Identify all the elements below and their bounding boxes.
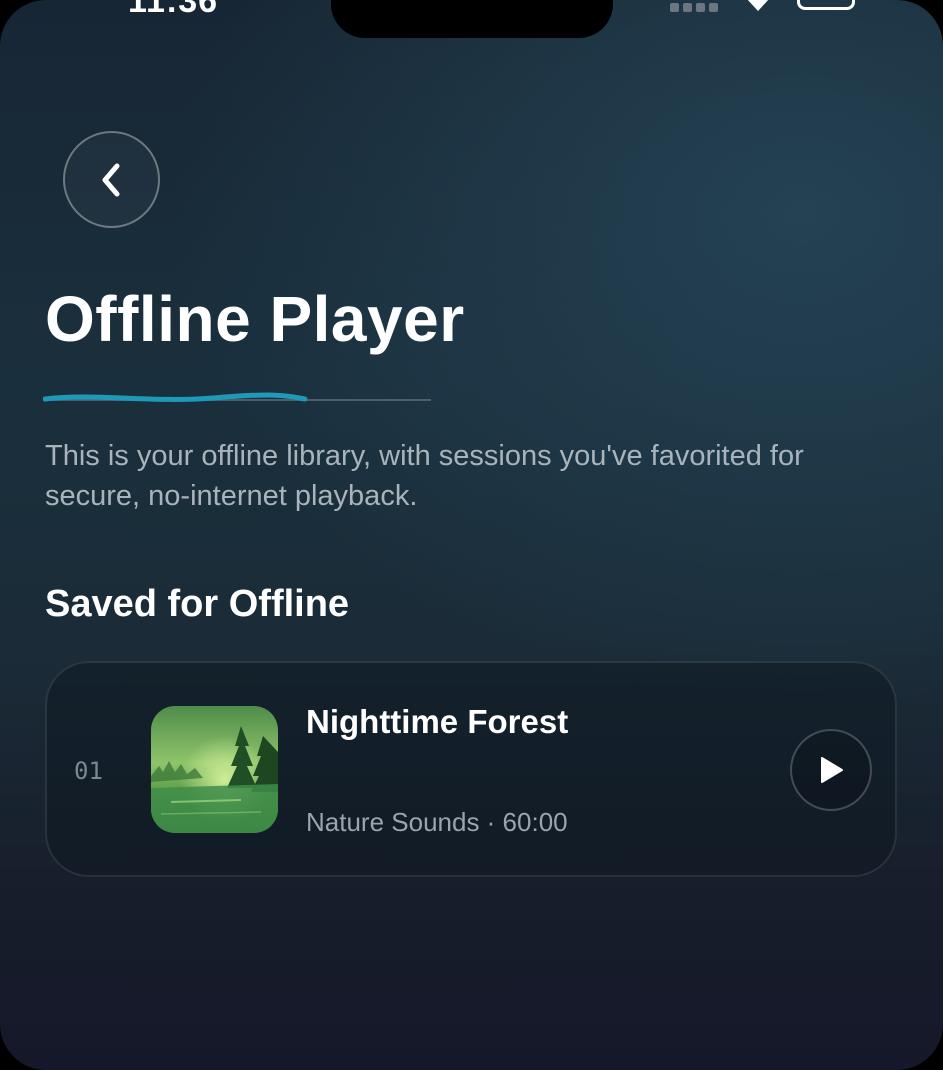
page-title: Offline Player [45, 283, 465, 355]
page-description: This is your offline library, with sessi… [45, 440, 804, 512]
status-time: 11:36 [128, 0, 219, 20]
play-icon [821, 757, 843, 783]
phone-screen: 11:36 Offline Player This is your offlin… [0, 0, 943, 1070]
track-meta: Nature Sounds · 60:00 [306, 807, 568, 837]
notch [331, 0, 613, 38]
track-title: Nighttime Forest [306, 703, 569, 740]
forest-artwork [151, 706, 278, 833]
title-underline [43, 392, 431, 402]
signal-icon [670, 3, 720, 13]
back-button[interactable] [63, 131, 160, 228]
play-button[interactable] [790, 729, 872, 811]
wifi-icon [747, 0, 769, 11]
status-bar: 11:36 [0, 0, 943, 40]
section-title: Saved for Offline [45, 583, 350, 625]
track-card[interactable]: 01 Nighttime Forest Nature Sounds · 60:0… [45, 661, 897, 877]
track-number: 01 [74, 757, 103, 785]
chevron-left-icon [102, 163, 119, 196]
battery-icon [797, 0, 855, 10]
